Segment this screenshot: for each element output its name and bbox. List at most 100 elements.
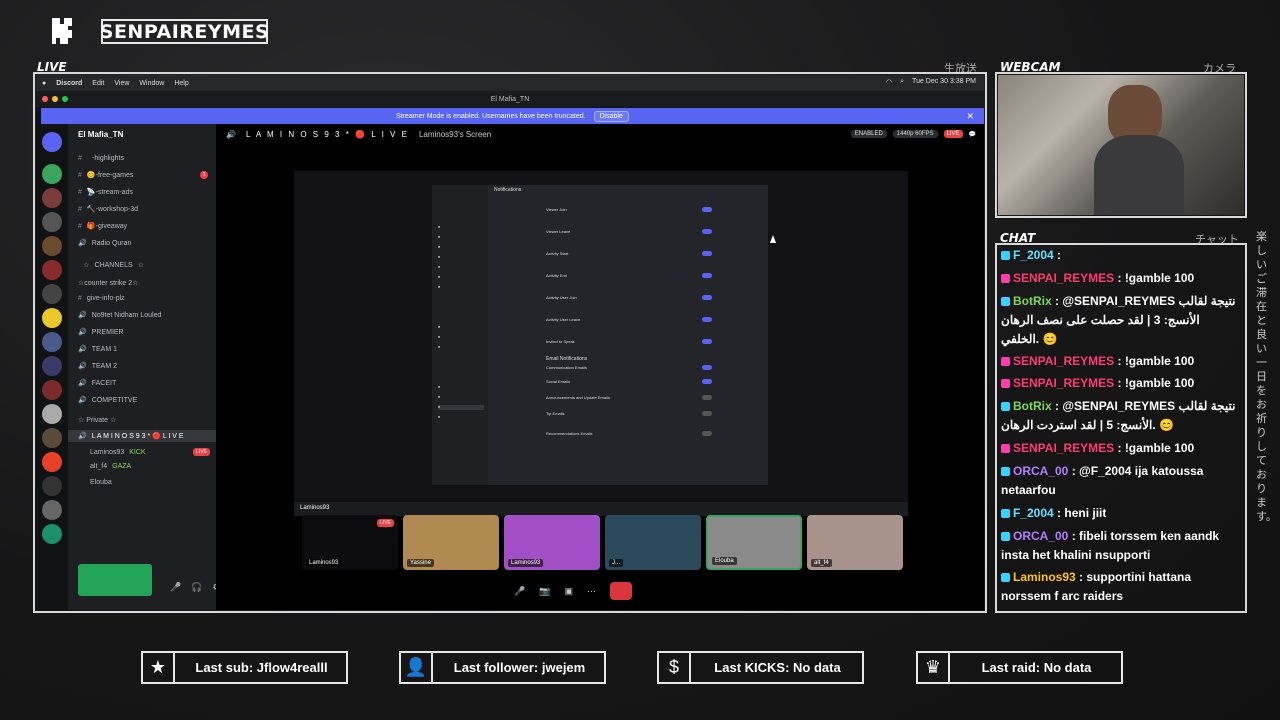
- toggle-switch[interactable]: [702, 411, 712, 416]
- server-icon[interactable]: [42, 284, 62, 304]
- participant-tile[interactable]: Laminos93: [504, 515, 600, 570]
- hang-up-button[interactable]: [609, 582, 632, 600]
- toggle-switch[interactable]: [702, 273, 712, 278]
- channel-item[interactable]: # ⠀-highlights: [68, 152, 216, 164]
- microphone-icon[interactable]: 🎤: [514, 586, 525, 597]
- camera-off-icon[interactable]: 📷: [539, 586, 550, 597]
- setting-row: Activity Start: [546, 251, 569, 256]
- toggle-switch[interactable]: [702, 431, 712, 436]
- server-icon[interactable]: [42, 260, 62, 280]
- mouse-cursor-icon: [770, 235, 776, 243]
- voice-user[interactable]: Laminos93 KICK LIVE: [68, 446, 216, 458]
- menu-edit[interactable]: Edit: [92, 80, 104, 87]
- quality-badge: 1440p 60FPS: [892, 130, 938, 138]
- menu-app[interactable]: Discord: [56, 80, 82, 87]
- toggle-switch[interactable]: [702, 229, 712, 234]
- toggle-switch[interactable]: [702, 251, 712, 256]
- channel-list: El Mafia_TN # ⠀-highlights # 😊-free-games 1…: [68, 124, 221, 610]
- server-name[interactable]: El Mafia_TN: [78, 130, 123, 139]
- disable-button[interactable]: Disable: [593, 110, 629, 122]
- last-follower-box: 👤 Last follower: jwejem: [399, 651, 606, 684]
- server-icon[interactable]: [42, 476, 62, 496]
- discord-home-icon[interactable]: [42, 132, 62, 152]
- server-icon[interactable]: [42, 452, 62, 472]
- search-icon[interactable]: ⌕: [900, 78, 904, 86]
- voice-channel-item[interactable]: 🔊 No9tet Nidham Louled: [68, 309, 216, 321]
- setting-row: Activity User Join: [546, 295, 577, 300]
- category-header[interactable]: ⠀☆⠀CHANNELS⠀☆⠀: [68, 259, 216, 271]
- streamer-mode-banner: Streamer Mode is enabled. Usernames have…: [41, 108, 984, 124]
- microphone-icon[interactable]: 🎤: [170, 582, 181, 593]
- last-raid-text: Last raid: No data: [981, 660, 1092, 675]
- voice-channel-item[interactable]: 🔊 COMPETITVE: [68, 394, 216, 406]
- voice-connected-panel[interactable]: [78, 564, 152, 596]
- crown-icon: ♛: [916, 651, 950, 684]
- chat-message: SENPAI_REYMES : !gamble 100: [1001, 439, 1241, 458]
- channel-item[interactable]: # give-info-plz: [68, 292, 216, 304]
- category-header[interactable]: ☆ Private ☆: [68, 414, 216, 426]
- toggle-switch[interactable]: [702, 365, 712, 370]
- participant-tile[interactable]: Elouba: [706, 515, 802, 570]
- call-controls: 🎤 📷 ▣ ⋯: [514, 582, 632, 600]
- last-kicks-text: Last KICKS: No data: [714, 660, 841, 675]
- chat-message: SENPAI_REYMES : !gamble 100: [1001, 374, 1241, 393]
- live-badge: LIVE: [943, 130, 963, 138]
- server-icon[interactable]: [42, 308, 62, 328]
- toggle-switch[interactable]: [702, 295, 712, 300]
- toggle-switch[interactable]: [702, 395, 712, 400]
- voice-channel-item[interactable]: 🔊 TEAM 2: [68, 360, 216, 372]
- wifi-icon[interactable]: ◠: [886, 78, 892, 86]
- screen-share-icon[interactable]: ▣: [564, 586, 573, 597]
- setting-row: Activity End: [546, 273, 567, 278]
- voice-channel-active[interactable]: 🔊 L A M I N O S 9 3 * 🔴 L I V E: [68, 430, 216, 442]
- last-sub-box: ★ Last sub: Jflow4realll: [141, 651, 348, 684]
- more-icon[interactable]: ⋯: [587, 586, 596, 597]
- voice-user[interactable]: alt_f4 GAZA: [68, 460, 216, 472]
- category-header[interactable]: ☆counter strike 2☆: [68, 277, 216, 289]
- menu-clock[interactable]: Tue Dec 30 3:38 PM: [912, 78, 976, 86]
- voice-channel-item[interactable]: 🔊 Radio Quran: [68, 237, 216, 249]
- voice-channel-item[interactable]: 🔊 PREMIER: [68, 326, 216, 338]
- channel-item[interactable]: # 📡-stream-ads: [68, 186, 216, 198]
- last-follower-text: Last follower: jwejem: [453, 660, 586, 675]
- setting-row: Viewer Join: [546, 207, 567, 212]
- screen-capture: ● Discord Edit View Window Help ◠ ⌕ Tue …: [36, 75, 984, 610]
- menu-window[interactable]: Window: [139, 80, 164, 87]
- toggle-switch[interactable]: [702, 339, 712, 344]
- server-icon[interactable]: [42, 356, 62, 376]
- server-icon[interactable]: [42, 500, 62, 520]
- server-icon[interactable]: [42, 524, 62, 544]
- server-icon[interactable]: [42, 428, 62, 448]
- voice-channel-item[interactable]: 🔊 FACEIT: [68, 377, 216, 389]
- toggle-switch[interactable]: [702, 379, 712, 384]
- participant-tile[interactable]: J...: [605, 515, 701, 570]
- toggle-switch[interactable]: [702, 317, 712, 322]
- server-icon[interactable]: [42, 332, 62, 352]
- voice-user[interactable]: Elouba: [68, 476, 216, 488]
- menu-view[interactable]: View: [114, 80, 129, 87]
- server-icon[interactable]: [42, 404, 62, 424]
- stage-badges: ENABLED 1440p 60FPS LIVE 💬: [850, 130, 976, 138]
- toggle-switch[interactable]: [702, 207, 712, 212]
- apple-icon[interactable]: ●: [42, 80, 46, 87]
- server-icon[interactable]: [42, 164, 62, 184]
- window-controls[interactable]: [42, 96, 68, 102]
- menu-help[interactable]: Help: [174, 80, 188, 87]
- close-icon[interactable]: ✕: [966, 111, 974, 122]
- channel-item[interactable]: # 🎁-giveaway: [68, 220, 216, 232]
- participant-tile[interactable]: alt_f4: [807, 515, 903, 570]
- server-icon[interactable]: [42, 236, 62, 256]
- channel-item[interactable]: # 😊-free-games 1: [68, 169, 216, 181]
- window-title-bar: El Mafia_TN: [36, 91, 984, 107]
- headset-icon[interactable]: 🎧: [191, 582, 202, 593]
- participant-tile[interactable]: LIVE Laminos93: [302, 515, 398, 570]
- channel-item[interactable]: # 🔨-workshop-3d: [68, 203, 216, 215]
- participant-tile[interactable]: Yassine: [403, 515, 499, 570]
- voice-channel-item[interactable]: 🔊 TEAM 1: [68, 343, 216, 355]
- shared-taskbar: Laminos93: [294, 502, 908, 516]
- chat-bubble-icon[interactable]: 💬: [969, 131, 976, 138]
- server-icon[interactable]: [42, 212, 62, 232]
- server-icon[interactable]: [42, 188, 62, 208]
- server-icon[interactable]: [42, 380, 62, 400]
- chat-message: SENPAI_REYMES : !gamble 100: [1001, 269, 1241, 288]
